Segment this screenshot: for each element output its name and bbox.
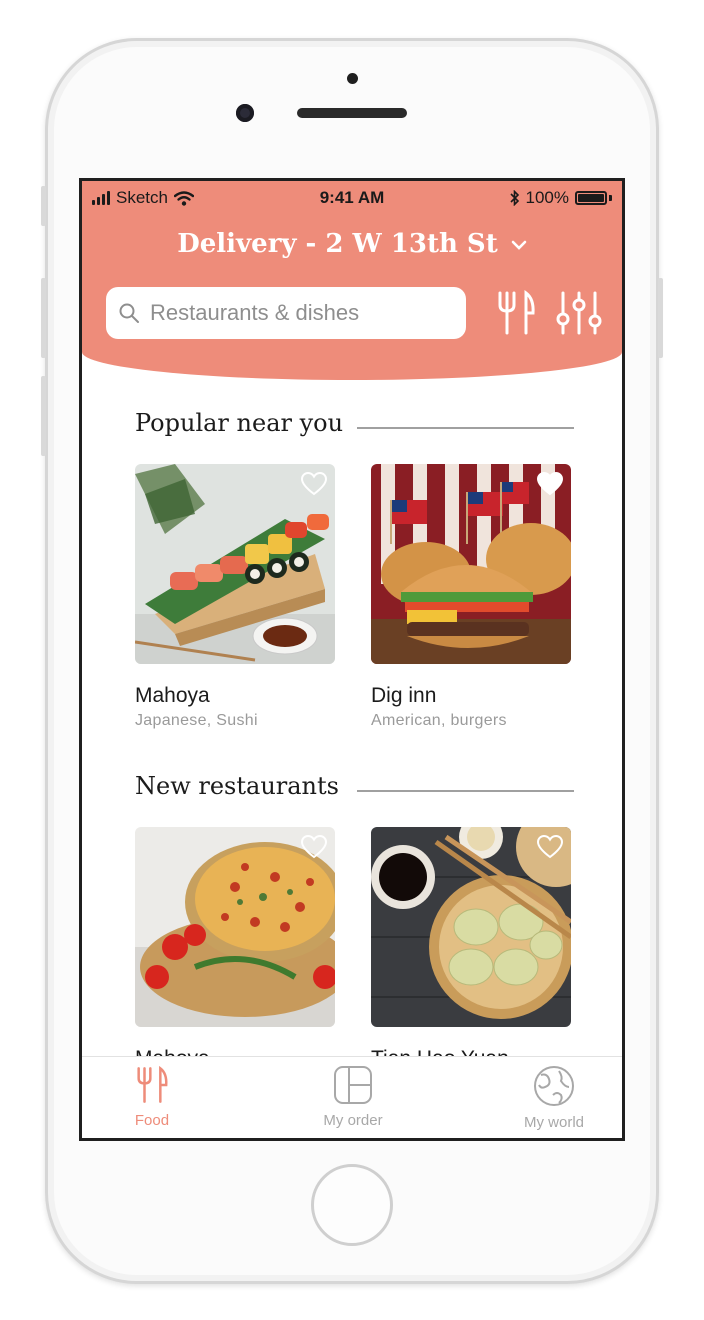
front-camera [236,104,254,122]
card-image-sushi[interactable] [135,464,335,664]
tab-my-world[interactable]: My world [494,1065,614,1131]
tab-food[interactable]: Food [92,1065,212,1129]
header: Sketch 9:41 AM 100% Delivery - 2 W 13th … [82,181,622,380]
favorite-heart-icon[interactable] [301,835,327,859]
delivery-address-label: Delivery - 2 W 13th St [177,229,498,259]
battery-icon [575,191,607,205]
section-title-popular: Popular near you [135,409,344,437]
volume-up-button [41,278,46,358]
bluetooth-icon [509,190,519,206]
restaurant-name[interactable]: Dig inn [371,684,436,708]
battery-percent: 100% [525,188,569,207]
chevron-down-icon [511,240,527,250]
proximity-sensor [347,73,358,84]
section-divider [357,427,574,429]
favorite-heart-icon[interactable] [537,835,563,859]
card-image-burgers[interactable] [371,464,571,664]
fork-knife-icon[interactable] [496,289,536,337]
restaurant-cuisine: Japanese, Sushi [135,712,258,729]
earpiece-speaker [297,108,407,118]
globe-icon [534,1066,574,1106]
delivery-address-selector[interactable]: Delivery - 2 W 13th St [82,229,622,259]
restaurant-cuisine: American, burgers [371,712,507,729]
favorite-heart-icon[interactable] [301,472,327,496]
card-image-dumplings[interactable] [371,827,571,1027]
silent-switch [41,186,46,226]
tab-label: Food [134,1112,170,1129]
order-icon [334,1066,372,1104]
search-icon [119,303,139,323]
favorite-heart-filled-icon[interactable] [537,472,563,496]
tab-label: My world [523,1114,584,1131]
restaurant-name[interactable]: Mahoya [135,684,210,708]
app-screen: Sketch 9:41 AM 100% Delivery - 2 W 13th … [79,178,625,1141]
search-input[interactable]: Restaurants & dishes [106,287,466,339]
status-bar: Sketch 9:41 AM 100% [92,188,612,210]
battery-tip [609,195,612,201]
filter-sliders-icon[interactable] [556,289,602,337]
home-button[interactable] [311,1164,393,1246]
section-divider [357,790,574,792]
tab-bar: Food My order My world [82,1056,622,1138]
search-placeholder: Restaurants & dishes [150,300,360,325]
tab-label: My order [323,1112,383,1129]
tab-my-order[interactable]: My order [293,1065,413,1129]
volume-down-button [41,376,46,456]
fork-knife-icon [137,1065,168,1103]
section-title-new: New restaurants [135,772,339,800]
power-button [658,278,663,358]
card-image-pizza[interactable] [135,827,335,1027]
